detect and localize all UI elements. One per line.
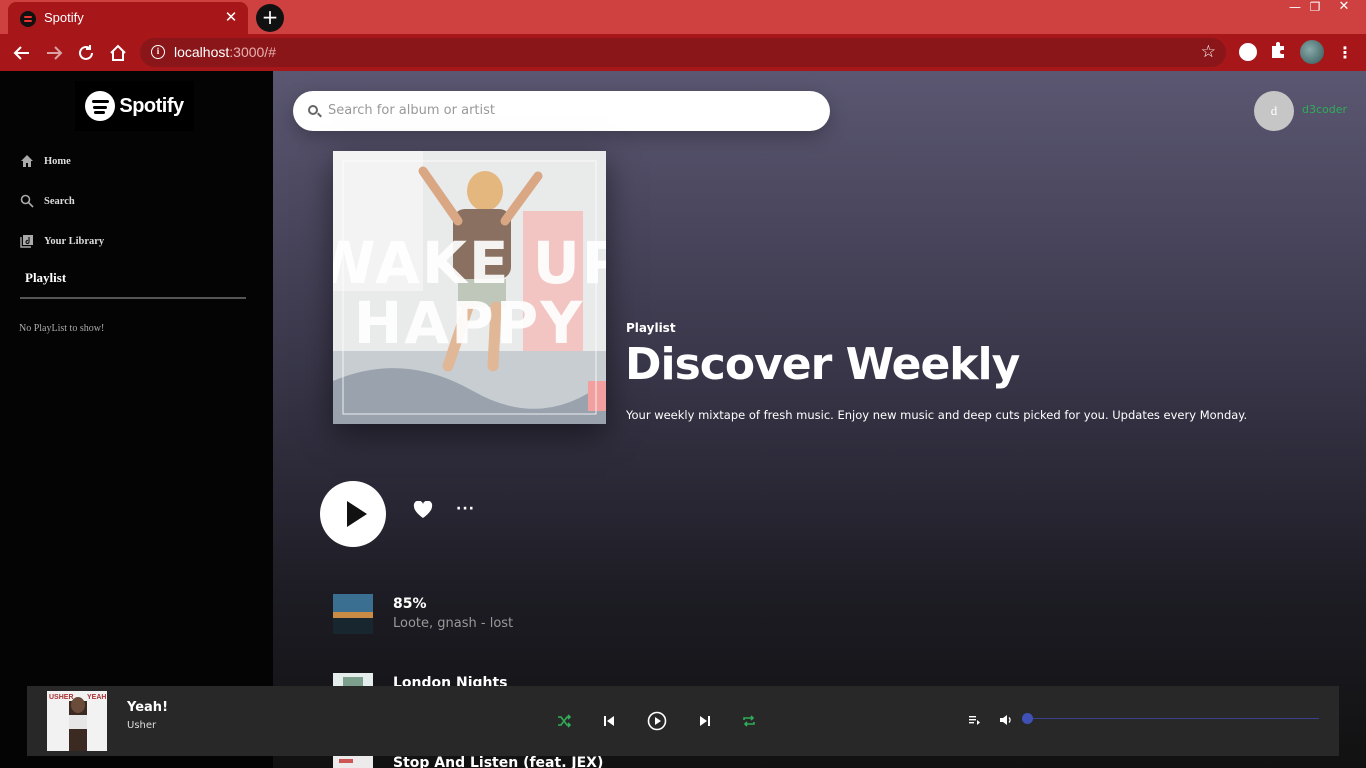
close-window-button[interactable]: ✕ [1332,0,1356,15]
forward-button[interactable] [41,40,67,66]
home-icon [21,155,33,167]
sidebar-item-label: Home [44,155,71,167]
volume-slider-thumb[interactable] [1021,713,1033,724]
avatar[interactable]: d [1254,91,1294,131]
empty-playlist-text: No PlayList to show! [19,323,105,334]
play-pause-icon[interactable] [647,711,667,731]
search-bar[interactable] [293,91,830,131]
extensions-puzzle-icon[interactable] [1268,40,1292,64]
sidebar-item-library[interactable]: Your Library [20,231,104,251]
now-playing-title: Yeah! [127,700,168,715]
volume-icon[interactable] [999,713,1013,727]
spotify-logo-icon [85,91,116,121]
url-path: :3000/# [229,44,276,60]
browser-tab-bar: Spotify ✕ + — ❐ ✕ [0,0,1366,34]
search-icon [20,194,34,208]
url-text: localhost:3000/# [174,44,276,60]
back-arrow-icon [13,46,29,60]
now-playing-artist: Usher [127,720,157,731]
page-title: Discover Weekly [625,339,1020,390]
browser-toolbar: i localhost:3000/# ☆ ⋮ [0,34,1366,71]
search-icon [308,105,318,115]
forward-arrow-icon [47,46,63,60]
site-info-icon[interactable]: i [151,45,165,59]
back-button[interactable] [9,40,35,66]
next-track-icon[interactable] [699,715,711,727]
track-thumbnail [333,594,373,634]
sidebar: Spotify Home Search Your Library Playlis… [0,71,273,768]
track-name: Stop And Listen (feat. JEX) [393,755,604,768]
track-name: 85% [393,596,427,612]
address-bar[interactable]: i localhost:3000/# ☆ [140,38,1226,67]
close-tab-button[interactable]: ✕ [222,8,240,26]
now-playing-album-art: USHER YEAH [47,691,107,751]
sidebar-item-label: Your Library [44,235,105,247]
album-art-text-left: USHER [49,694,74,701]
extension-icon[interactable] [1236,40,1260,64]
search-input[interactable] [328,99,808,121]
tab-title: Spotify [44,10,84,25]
album-art-text-right: YEAH [87,694,106,701]
play-button[interactable] [320,481,386,547]
playlist-description: Your weekly mixtape of fresh music. Enjo… [626,408,1248,422]
new-tab-button[interactable]: + [256,4,284,32]
spotify-favicon-icon [20,11,36,27]
spotify-logo[interactable]: Spotify [75,81,194,131]
cover-text-line-2: HAPPY [354,289,584,357]
sidebar-item-home[interactable]: Home [20,151,71,171]
reload-icon [79,45,93,60]
bookmark-star-icon[interactable]: ☆ [1201,42,1216,62]
more-options-button[interactable]: ··· [456,501,475,517]
cover-text-line-1: WAKE UP [333,229,606,297]
sidebar-item-label: Search [44,195,75,207]
volume-slider-track[interactable] [1027,718,1319,719]
heart-icon[interactable] [413,501,433,519]
playlist-cover-image: WAKE UP HAPPY [333,151,606,424]
library-icon [20,235,33,248]
playlist-type-label: Playlist [626,321,676,335]
browser-tab[interactable]: Spotify ✕ [8,2,248,34]
username[interactable]: d3coder [1302,103,1347,116]
main-content: d d3coder WAKE UP HAPPY Playlist Discove… [273,71,1366,768]
url-host: localhost [174,44,230,60]
repeat-icon[interactable] [742,714,756,728]
sidebar-item-search[interactable]: Search [20,191,75,211]
queue-icon[interactable] [968,714,980,726]
logo-text: Spotify [119,94,184,117]
shuffle-icon[interactable] [557,714,571,728]
puzzle-icon [1272,42,1284,58]
reload-button[interactable] [73,40,99,66]
divider [20,297,246,299]
track-row[interactable]: 85% Loote, gnash - lost [333,594,933,634]
browser-menu-icon[interactable]: ⋮ [1332,40,1358,66]
track-artist: Loote, gnash - lost [393,616,514,631]
previous-track-icon[interactable] [603,715,615,727]
profile-avatar-icon[interactable] [1300,40,1324,64]
home-button[interactable] [105,40,131,66]
browser-home-icon [110,44,126,61]
restore-button[interactable]: ❐ [1303,0,1327,16]
player-bar: USHER YEAH Yeah! Usher [27,686,1339,756]
playlist-heading: Playlist [25,270,67,285]
